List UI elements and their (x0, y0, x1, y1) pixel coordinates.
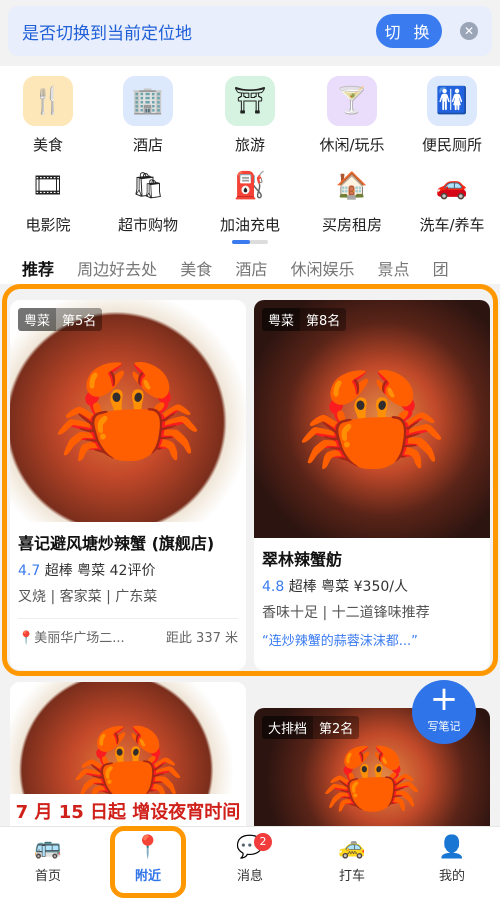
highlight-frame (2, 284, 498, 676)
category-tag: 大排档 (262, 716, 314, 739)
message-icon: 💬 (236, 835, 264, 860)
rank-tag: 大排档 第2名 (262, 716, 360, 739)
nav-home[interactable]: 🚌 首页 (8, 835, 88, 884)
switch-location-button[interactable]: 切 换 (376, 14, 442, 48)
tab-group[interactable]: 团 (433, 256, 449, 280)
close-icon[interactable]: ✕ (460, 22, 478, 40)
car-icon: 🚗 (435, 171, 469, 201)
category-supermarket[interactable]: 🛍 超市购物 (100, 166, 196, 235)
category-housing[interactable]: 🏠 买房租房 (304, 166, 400, 235)
category-grid: 🍴 美食 🏢 酒店 ⛩ 旅游 🍸 休闲/玩乐 🚻 便民厕所 🎞 电影院 🛍 超市… (0, 66, 500, 256)
location-switch-banner: 是否切换到当前定位地 切 换 ✕ (8, 6, 492, 56)
fork-knife-icon: 🍴 (23, 76, 73, 126)
gate-icon: ⛩ (225, 76, 275, 126)
banner-text: 是否切换到当前定位地 (22, 23, 192, 44)
shopping-bag-icon: 🛍 (131, 171, 165, 201)
tab-recommend[interactable]: 推荐 (22, 256, 54, 280)
restroom-icon: 🚻 (427, 76, 477, 126)
unread-badge: 2 (254, 833, 272, 851)
taxi-icon: 🚕 (338, 835, 366, 860)
nav-messages[interactable]: 💬 2 消息 (210, 833, 290, 884)
house-icon: 🏠 (335, 171, 369, 201)
nav-taxi[interactable]: 🚕 打车 (312, 835, 392, 884)
tab-attractions[interactable]: 景点 (378, 256, 410, 280)
feed-tabs: 推荐 周边好去处 美食 酒店 休闲娱乐 景点 团 (0, 256, 500, 284)
write-note-button[interactable]: + 写笔记 (412, 680, 476, 744)
category-cinema[interactable]: 🎞 电影院 (0, 166, 96, 235)
category-travel[interactable]: ⛩ 旅游 (202, 76, 298, 155)
tab-entertainment[interactable]: 休闲娱乐 (290, 256, 354, 280)
tab-hotel[interactable]: 酒店 (235, 256, 267, 280)
crab-image-icon: 🦀 (322, 731, 422, 824)
dish-photo: 🦀 7 月 15 日起 增设夜宵时间 (10, 682, 246, 826)
film-icon: 🎞 (31, 171, 65, 201)
cocktail-icon: 🍸 (327, 76, 377, 126)
category-carwash[interactable]: 🚗 洗车/养车 (404, 166, 500, 235)
category-pager (232, 240, 268, 244)
category-hotel[interactable]: 🏢 酒店 (100, 76, 196, 155)
fuel-icon: ⛽ (233, 171, 267, 201)
nav-profile[interactable]: 👤 我的 (412, 835, 492, 884)
restaurant-card[interactable]: 🦀 7 月 15 日起 增设夜宵时间 (10, 682, 246, 826)
nav-highlight-frame (110, 826, 186, 898)
tab-nearby-spots[interactable]: 周边好去处 (77, 256, 157, 280)
bottom-nav: 🚌 首页 📍 附近 💬 2 消息 🚕 打车 👤 我的 (0, 826, 500, 900)
category-leisure[interactable]: 🍸 休闲/玩乐 (304, 76, 400, 155)
category-food[interactable]: 🍴 美食 (0, 76, 96, 155)
rank-label: 第2名 (313, 716, 360, 739)
hotel-icon: 🏢 (123, 76, 173, 126)
category-fuel[interactable]: ⛽ 加油充电 (202, 166, 298, 235)
profile-icon: 👤 (438, 835, 466, 860)
bus-icon: 🚌 (34, 835, 62, 860)
promo-text: 7 月 15 日起 增设夜宵时间 (10, 794, 246, 826)
tab-food[interactable]: 美食 (180, 256, 212, 280)
category-restroom[interactable]: 🚻 便民厕所 (404, 76, 500, 155)
plus-icon: + (429, 679, 459, 719)
